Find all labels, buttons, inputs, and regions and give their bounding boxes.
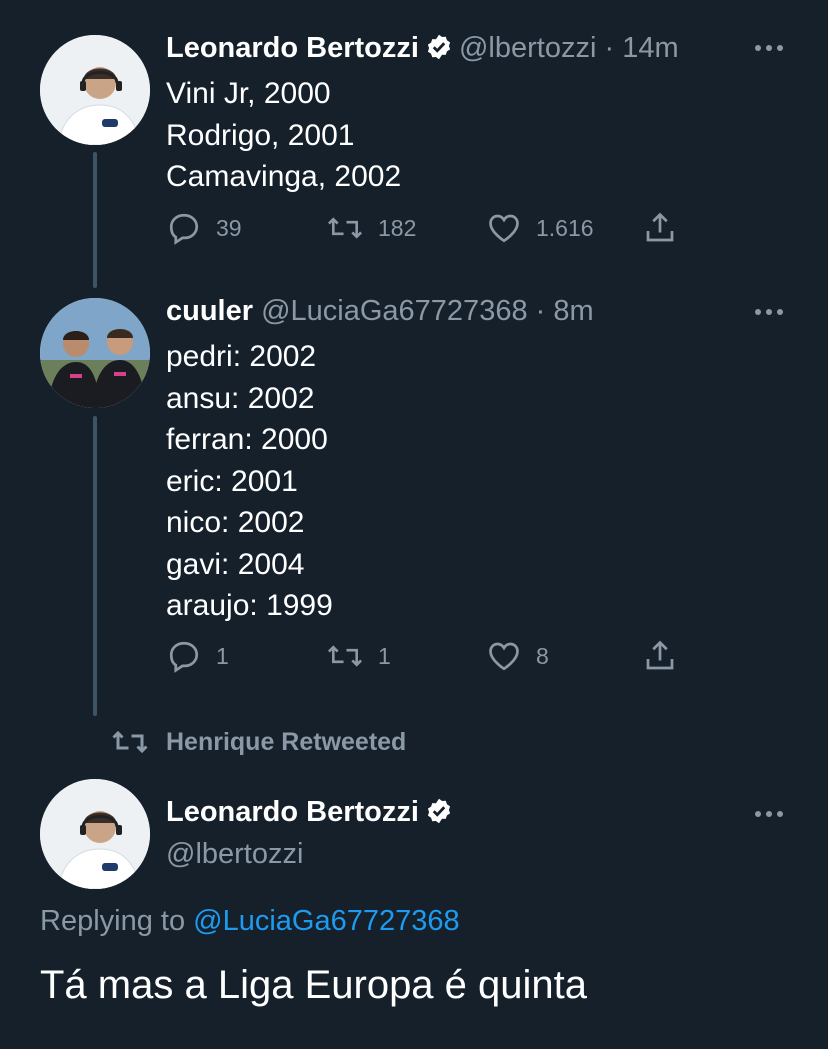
author-handle[interactable]: @LuciaGa67727368 — [261, 295, 527, 327]
retweeted-by[interactable]: Henrique Retweeted — [110, 724, 406, 760]
like-count: 1.616 — [536, 214, 594, 241]
replying-to-label: Replying to — [40, 905, 186, 937]
share-icon — [646, 640, 674, 670]
more-horizontal-icon[interactable] — [752, 38, 786, 63]
avatar-image — [40, 35, 150, 145]
tweet-1-text: Vini Jr, 2000 Rodrigo, 2001 Camavinga, 2… — [166, 77, 402, 193]
author-handle[interactable]: @lbertozzi — [459, 32, 596, 64]
main-tweet-text: Tá mas a Liga Europa é quinta — [40, 963, 588, 1007]
reply-icon — [169, 641, 199, 673]
verified-badge-icon — [425, 797, 453, 830]
separator-space — [253, 295, 261, 327]
thread-line-1 — [93, 152, 97, 288]
retweet-button[interactable]: 182 — [326, 210, 416, 246]
reply-button[interactable]: 39 — [166, 210, 242, 246]
like-icon — [489, 214, 519, 243]
replying-to-handle[interactable]: @LuciaGa67727368 — [193, 905, 459, 937]
separator-dot: · — [527, 295, 554, 327]
avatar-lbertozzi[interactable] — [40, 35, 150, 145]
like-button[interactable]: 8 — [486, 638, 549, 674]
tweet-2-actions: 1 1 8 — [166, 638, 686, 678]
retweet-button[interactable]: 1 — [326, 638, 391, 674]
author-name[interactable]: cuuler — [166, 295, 253, 327]
share-button[interactable] — [642, 638, 678, 674]
reply-button[interactable]: 1 — [166, 638, 229, 674]
tweet-1-header: Leonardo Bertozzi @lbertozzi · 14m — [166, 32, 679, 66]
tweet-2-text: pedri: 2002 ansu: 2002 ferran: 2000 eric… — [166, 340, 333, 622]
reply-count: 39 — [216, 214, 242, 241]
author-handle[interactable]: @lbertozzi — [166, 838, 303, 871]
separator-dot: · — [596, 32, 623, 64]
like-button[interactable]: 1.616 — [486, 210, 594, 246]
author-name[interactable]: Leonardo Bertozzi — [166, 32, 419, 64]
more-horizontal-icon[interactable] — [752, 804, 786, 829]
retweet-icon — [327, 645, 363, 667]
retweet-icon — [327, 217, 363, 239]
share-button[interactable] — [642, 210, 678, 246]
reply-count: 1 — [216, 642, 229, 669]
main-tweet-name-row: Leonardo Bertozzi — [166, 796, 459, 830]
verified-badge-icon — [425, 33, 453, 66]
thread-line-2 — [93, 416, 97, 716]
retweet-count: 182 — [378, 214, 417, 241]
reply-icon — [169, 213, 199, 245]
avatar-lbertozzi[interactable] — [40, 779, 150, 889]
like-count: 8 — [536, 642, 549, 669]
share-icon — [646, 212, 674, 242]
more-horizontal-icon[interactable] — [752, 302, 786, 327]
replying-to: Replying to @LuciaGa67727368 — [40, 905, 460, 938]
tweet-time[interactable]: 8m — [553, 295, 593, 327]
retweet-icon — [112, 730, 148, 754]
tweet-time[interactable]: 14m — [622, 32, 678, 64]
avatar-image — [40, 779, 150, 889]
like-icon — [489, 642, 519, 671]
retweeted-by-label: Henrique Retweeted — [166, 727, 407, 756]
tweet-2-header: cuuler @LuciaGa67727368 · 8m — [166, 295, 594, 328]
tweet-1-actions: 39 182 1.616 — [166, 210, 686, 250]
avatar-image — [40, 298, 150, 408]
author-name[interactable]: Leonardo Bertozzi — [166, 796, 419, 828]
retweet-count: 1 — [378, 642, 391, 669]
avatar-cuuler[interactable] — [40, 298, 150, 408]
